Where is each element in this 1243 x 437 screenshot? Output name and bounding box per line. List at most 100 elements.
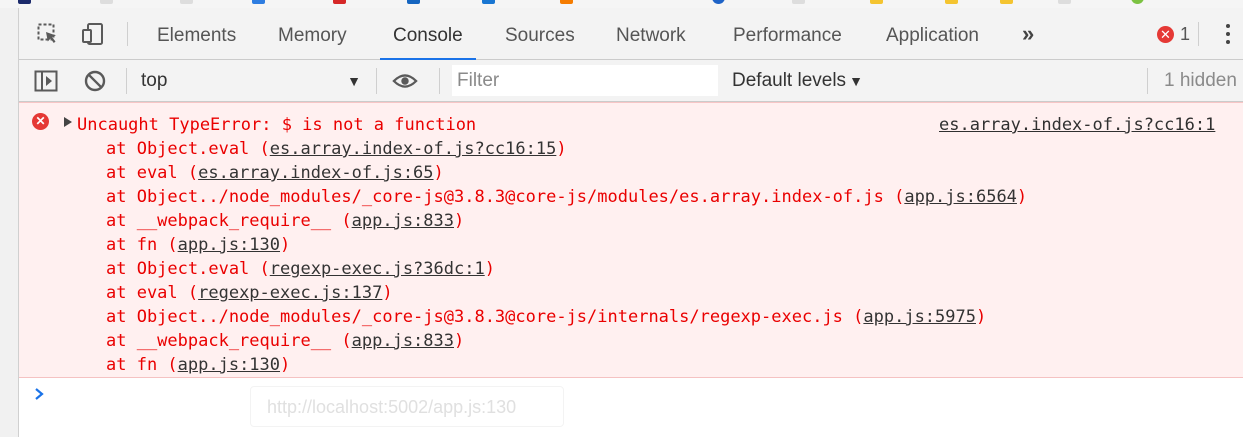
stack-frame-link[interactable]: app.js:833 bbox=[352, 211, 454, 231]
bookmark-icon bbox=[180, 0, 193, 4]
live-expression-eye-icon[interactable] bbox=[392, 69, 418, 93]
bookmark-icon bbox=[792, 0, 805, 4]
tab-network[interactable]: Network bbox=[616, 8, 686, 60]
console-prompt-icon[interactable] bbox=[33, 384, 47, 404]
bookmark-icon bbox=[1131, 0, 1144, 4]
stack-frame-text: ) bbox=[975, 307, 987, 327]
link-tooltip: http://localhost:5002/app.js:130 bbox=[250, 386, 564, 427]
toolbar-separator bbox=[126, 68, 127, 94]
context-selector[interactable]: top ▼ bbox=[141, 60, 367, 102]
stack-frame-link[interactable]: app.js:6564 bbox=[904, 187, 1017, 207]
devtools-tab-bar: Elements Memory Console Sources Network … bbox=[19, 8, 1243, 60]
inspect-element-icon[interactable] bbox=[35, 21, 61, 47]
filter-input[interactable] bbox=[452, 65, 718, 96]
bookmark-item[interactable] bbox=[180, 0, 193, 4]
clear-console-icon[interactable] bbox=[82, 69, 108, 93]
bookmark-item[interactable] bbox=[252, 0, 265, 4]
stack-frame: at fn (app.js:130) bbox=[106, 233, 290, 257]
bookmark-item[interactable] bbox=[1131, 0, 1144, 4]
bookmark-item[interactable] bbox=[792, 0, 805, 4]
stack-frame-link[interactable]: regexp-exec.js:137 bbox=[198, 283, 382, 303]
context-value: top bbox=[141, 70, 168, 91]
console-error-message: ✕ Uncaught TypeError: $ is not a functio… bbox=[19, 102, 1243, 378]
bookmark-item[interactable] bbox=[1058, 0, 1071, 4]
console-toolbar: top ▼ Default levels▼ 1 hidden bbox=[19, 60, 1243, 102]
error-count: 1 bbox=[1180, 24, 1191, 44]
bookmark-icon bbox=[333, 0, 346, 4]
tab-elements[interactable]: Elements bbox=[157, 8, 236, 60]
bookmark-item[interactable] bbox=[870, 0, 883, 4]
stack-frame-text: at __webpack_require__ ( bbox=[106, 211, 352, 231]
more-options-icon[interactable] bbox=[1222, 21, 1234, 47]
stack-frame-link[interactable]: app.js:5975 bbox=[863, 307, 976, 327]
stack-frame-link[interactable]: regexp-exec.js?36dc:1 bbox=[270, 259, 485, 279]
stack-frame-text: at Object../node_modules/_core-js@3.8.3@… bbox=[106, 187, 905, 207]
device-toolbar-icon[interactable] bbox=[80, 21, 106, 47]
stack-frame-link[interactable]: es.array.index-of.js?cc16:15 bbox=[270, 139, 557, 159]
stack-frame-text: at Object../node_modules/_core-js@3.8.3@… bbox=[106, 307, 864, 327]
stack-frame: at __webpack_require__ (app.js:833) bbox=[106, 329, 464, 353]
error-source-link[interactable]: es.array.index-of.js?cc16:1 bbox=[939, 113, 1215, 137]
stack-frame: at Object.eval (regexp-exec.js?36dc:1) bbox=[106, 257, 495, 281]
bookmark-icon bbox=[712, 0, 725, 4]
error-icon: ✕ bbox=[32, 113, 49, 130]
bookmark-item[interactable] bbox=[333, 0, 346, 4]
bookmark-item[interactable] bbox=[560, 0, 573, 4]
tab-application[interactable]: Application bbox=[886, 8, 979, 60]
error-x-icon: ✕ bbox=[1157, 26, 1174, 43]
stack-frame-link[interactable]: es.array.index-of.js:65 bbox=[198, 163, 433, 183]
stack-frame: at Object../node_modules/_core-js@3.8.3@… bbox=[106, 305, 986, 329]
bookmark-item[interactable] bbox=[407, 0, 420, 4]
bookmark-item[interactable] bbox=[18, 0, 31, 4]
toolbar-separator bbox=[127, 22, 128, 46]
stack-frame-text: at eval ( bbox=[106, 163, 199, 183]
bookmark-item[interactable] bbox=[482, 0, 495, 4]
folder-icon bbox=[870, 0, 883, 4]
stack-frame-text: at Object.eval ( bbox=[106, 259, 270, 279]
stack-frame-link[interactable]: app.js:130 bbox=[178, 355, 280, 375]
bookmark-icon bbox=[100, 0, 113, 4]
bookmark-icon bbox=[1058, 0, 1071, 4]
stack-frame: at eval (es.array.index-of.js:65) bbox=[106, 161, 444, 185]
folder-icon bbox=[945, 0, 958, 4]
expand-triangle-icon[interactable] bbox=[64, 117, 72, 127]
dropdown-caret-icon: ▼ bbox=[849, 73, 863, 89]
stack-frame-text: ) bbox=[484, 259, 495, 279]
stack-frame-link[interactable]: app.js:130 bbox=[178, 235, 280, 255]
log-levels-label: Default levels bbox=[732, 70, 847, 91]
dropdown-caret-icon: ▼ bbox=[347, 73, 361, 89]
stack-frame: at Object../node_modules/_core-js@3.8.3@… bbox=[106, 185, 1027, 209]
stack-frame-text: ) bbox=[280, 355, 291, 375]
stack-frame-text: ) bbox=[556, 139, 567, 159]
show-sidebar-icon[interactable] bbox=[33, 69, 59, 93]
toolbar-separator bbox=[439, 68, 440, 94]
error-text[interactable]: Uncaught TypeError: $ is not a function bbox=[77, 113, 476, 137]
log-levels-dropdown[interactable]: Default levels ▼ bbox=[732, 60, 863, 102]
toolbar-separator bbox=[376, 68, 377, 94]
toolbar-separator bbox=[1147, 68, 1148, 94]
tab-console[interactable]: Console bbox=[380, 8, 476, 60]
stack-frame-text: ) bbox=[382, 283, 393, 303]
tab-sources[interactable]: Sources bbox=[505, 8, 575, 60]
left-panel-edge bbox=[0, 8, 19, 437]
stack-frame-text: ) bbox=[280, 235, 291, 255]
stack-frame-text: at Object.eval ( bbox=[106, 139, 270, 159]
stack-frame-text: at fn ( bbox=[106, 235, 178, 255]
bookmark-item[interactable] bbox=[100, 0, 113, 4]
bookmark-item[interactable] bbox=[1000, 0, 1013, 4]
bookmark-item[interactable] bbox=[945, 0, 958, 4]
stack-frame-link[interactable]: app.js:833 bbox=[352, 331, 454, 351]
tab-performance[interactable]: Performance bbox=[733, 8, 842, 60]
hidden-messages-count[interactable]: 1 hidden bbox=[1164, 60, 1237, 102]
tab-memory[interactable]: Memory bbox=[278, 8, 347, 60]
bookmark-icon bbox=[560, 0, 573, 4]
folder-icon bbox=[1000, 0, 1013, 4]
more-tabs-button[interactable]: » bbox=[1022, 8, 1034, 60]
error-counter[interactable]: ✕ 1 bbox=[1157, 24, 1190, 45]
stack-frame-text: ) bbox=[1016, 187, 1028, 207]
bookmark-icon bbox=[407, 0, 420, 4]
stack-frame: at eval (regexp-exec.js:137) bbox=[106, 281, 393, 305]
bookmark-item[interactable] bbox=[712, 0, 725, 4]
bookmarks-bar bbox=[0, 0, 1243, 8]
stack-frame-text: at eval ( bbox=[106, 283, 199, 303]
